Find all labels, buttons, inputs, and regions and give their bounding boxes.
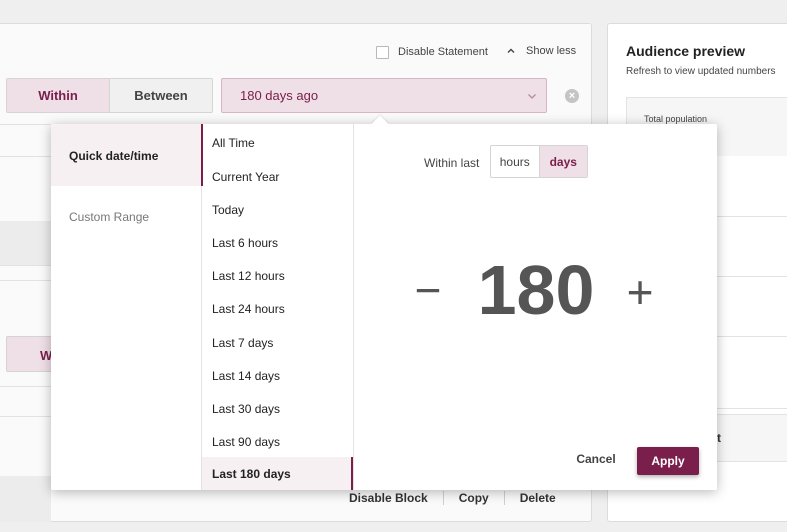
preset-item[interactable]: Last 24 hours bbox=[202, 292, 353, 325]
preset-item[interactable]: Today bbox=[202, 193, 353, 226]
audience-subtitle: Refresh to view updated numbers bbox=[626, 66, 776, 77]
within-last-label: Within last bbox=[424, 156, 480, 170]
date-picker-popover: Quick date/time Custom Range All Time Cu… bbox=[51, 115, 717, 490]
date-dropdown[interactable]: 180 days ago bbox=[221, 78, 547, 113]
chevron-down-icon bbox=[528, 94, 536, 99]
audience-title: Audience preview bbox=[626, 43, 746, 59]
cancel-button[interactable]: Cancel bbox=[569, 452, 623, 470]
date-dropdown-value: 180 days ago bbox=[240, 88, 319, 103]
mode-custom-range[interactable]: Custom Range bbox=[51, 186, 201, 248]
range-type-toggle: Within Between bbox=[6, 78, 213, 113]
copy-button[interactable]: Copy bbox=[459, 491, 489, 505]
disable-statement-checkbox[interactable]: Disable Statement bbox=[376, 45, 488, 59]
mode-quick-date[interactable]: Quick date/time bbox=[51, 124, 201, 186]
row-band bbox=[0, 221, 51, 265]
date-mode-list: Quick date/time Custom Range bbox=[51, 124, 201, 490]
preset-list: All Time Current Year Today Last 6 hours… bbox=[201, 124, 354, 490]
total-population-label: Total population bbox=[644, 114, 708, 124]
disable-block-button[interactable]: Disable Block bbox=[349, 491, 428, 505]
preset-item[interactable]: Last 12 hours bbox=[202, 259, 353, 292]
checkbox-unchecked-icon[interactable] bbox=[376, 45, 389, 59]
increment-button[interactable]: + bbox=[623, 264, 657, 320]
delete-button[interactable]: Delete bbox=[520, 491, 556, 505]
row-band bbox=[0, 476, 51, 522]
stepper-value[interactable]: 180 bbox=[471, 250, 601, 330]
unit-toggle: hours days bbox=[490, 145, 588, 178]
divider bbox=[442, 491, 444, 505]
divider bbox=[503, 491, 505, 505]
block-actions: Disable Block Copy Delete bbox=[349, 491, 556, 505]
preset-item[interactable]: Last 7 days bbox=[202, 326, 353, 359]
preset-item[interactable]: Current Year bbox=[202, 160, 353, 193]
within-tab-partial[interactable]: Within bbox=[6, 336, 56, 372]
tab-between[interactable]: Between bbox=[110, 79, 212, 112]
apply-button[interactable]: Apply bbox=[637, 447, 699, 475]
unit-days-button[interactable]: days bbox=[539, 146, 587, 177]
clear-circle-icon[interactable]: × bbox=[565, 89, 579, 103]
unit-hours-button[interactable]: hours bbox=[491, 146, 540, 177]
tab-within[interactable]: Within bbox=[7, 79, 110, 112]
preset-item[interactable]: Last 6 hours bbox=[202, 226, 353, 259]
preset-item[interactable]: Last 90 days bbox=[202, 425, 353, 458]
chevron-up-icon bbox=[507, 48, 515, 53]
decrement-button[interactable]: − bbox=[411, 262, 445, 318]
preset-item[interactable]: Last 14 days bbox=[202, 359, 353, 392]
preset-item[interactable]: Last 30 days bbox=[202, 392, 353, 425]
show-less-toggle[interactable]: Show less bbox=[507, 44, 576, 58]
disable-statement-label: Disable Statement bbox=[398, 46, 488, 58]
preset-item[interactable]: All Time bbox=[202, 126, 353, 159]
preset-item-selected[interactable]: Last 180 days bbox=[202, 457, 353, 490]
show-less-label: Show less bbox=[526, 45, 577, 57]
